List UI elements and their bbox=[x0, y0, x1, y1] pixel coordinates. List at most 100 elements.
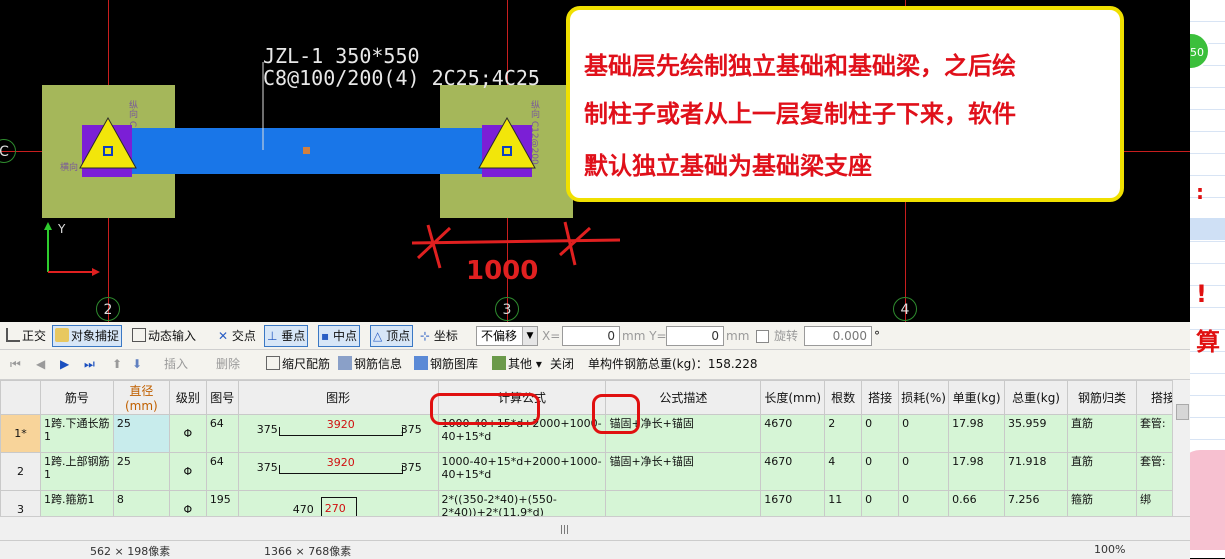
cell-grade[interactable]: Φ bbox=[168, 490, 207, 516]
axis-marker-3[interactable]: 3 bbox=[495, 297, 519, 321]
col-header-count[interactable]: 根数 bbox=[824, 380, 863, 415]
y-input[interactable]: 0 bbox=[666, 326, 724, 346]
cell-lap[interactable]: 0 bbox=[861, 414, 900, 453]
cell-diameter[interactable]: 25 bbox=[112, 452, 170, 491]
object-snap-button[interactable]: 对象捕捉 bbox=[52, 325, 123, 347]
col-header-total-weight[interactable]: 总重(kg) bbox=[1004, 380, 1069, 415]
cell-loss[interactable]: 0 bbox=[898, 414, 950, 453]
intersection-button[interactable]: ✕ 交点 bbox=[218, 326, 256, 346]
beam-label-line1: JZL-1 350*550 bbox=[263, 44, 420, 68]
next-record-icon[interactable]: ▶ bbox=[60, 354, 69, 374]
cell-category[interactable]: 直筋 bbox=[1067, 452, 1137, 491]
axis-marker-4[interactable]: 4 bbox=[893, 297, 917, 321]
perpendicular-icon: ⊥ bbox=[267, 329, 278, 343]
cell-formula[interactable]: 2*((350-2*40)+(550-2*40))+2*(11.9*d) bbox=[437, 490, 607, 516]
cell-total-weight[interactable]: 71.918 bbox=[1004, 452, 1069, 491]
cell-rownum[interactable]: 3 bbox=[0, 490, 41, 516]
support-triangle-right bbox=[478, 116, 536, 169]
cell-total-weight[interactable]: 35.959 bbox=[1004, 414, 1069, 453]
move-down-icon[interactable]: ⬇ bbox=[132, 354, 142, 374]
cell-shape[interactable]: 375 3920 375 bbox=[237, 414, 439, 453]
rotate-input[interactable]: 0.000 bbox=[804, 326, 872, 346]
offset-select[interactable]: 不偏移 ▼ bbox=[476, 326, 538, 346]
insert-button[interactable]: 插入 bbox=[164, 354, 188, 374]
cell-loss[interactable]: 0 bbox=[898, 490, 950, 516]
cell-diameter[interactable]: 8 bbox=[112, 490, 170, 516]
rotate-checkbox[interactable] bbox=[756, 330, 769, 343]
cell-diameter[interactable]: 25 bbox=[112, 414, 170, 453]
other-menu-button[interactable]: 其他 ▾ bbox=[492, 354, 542, 374]
horizontal-scrollbar[interactable]: ||| bbox=[0, 516, 1190, 541]
col-header-loss[interactable]: 损耗(%) bbox=[898, 380, 950, 415]
rebar-table[interactable]: 筋号 直径(mm) 级别 图号 图形 计算公式 公式描述 长度(mm) 根数 搭… bbox=[0, 380, 1190, 516]
cell-grade[interactable]: Φ bbox=[168, 452, 207, 491]
cell-shape[interactable]: 470 270 bbox=[237, 490, 439, 516]
col-header-grade[interactable]: 级别 bbox=[168, 380, 207, 415]
table-row[interactable]: 2 1跨.上部钢筋1 25 Φ 64 375 3920 375 1000-40+15*d+200… bbox=[0, 452, 1190, 491]
axis-marker-2[interactable]: 2 bbox=[96, 297, 120, 321]
cell-name[interactable]: 1跨.上部钢筋1 bbox=[39, 452, 114, 491]
cell-rownum[interactable]: 1* bbox=[0, 414, 41, 453]
cell-category[interactable]: 箍筋 bbox=[1067, 490, 1137, 516]
cell-total-weight[interactable]: 7.256 bbox=[1004, 490, 1069, 516]
col-header-shape[interactable]: 图形 bbox=[237, 380, 439, 415]
delete-button[interactable]: 删除 bbox=[216, 354, 240, 374]
cell-description[interactable]: 锚固+净长+锚固 bbox=[605, 452, 762, 491]
ucs-y-arrow bbox=[44, 222, 52, 230]
vertex-button[interactable]: △ 顶点 bbox=[370, 325, 414, 347]
coordinate-button[interactable]: ⊹ 坐标 bbox=[420, 326, 458, 346]
other-label: 其他 bbox=[508, 357, 533, 371]
rebar-library-button[interactable]: 钢筋图库 bbox=[414, 354, 478, 374]
col-header-unit-weight[interactable]: 单重(kg) bbox=[948, 380, 1006, 415]
cell-category[interactable]: 直筋 bbox=[1067, 414, 1137, 453]
perpendicular-button[interactable]: ⊥ 垂点 bbox=[264, 325, 309, 347]
cell-lap[interactable]: 0 bbox=[861, 490, 900, 516]
cad-canvas[interactable]: 横向 00@200 横向 00@200 纵向 C12@200 纵向 C12@20… bbox=[0, 0, 1190, 322]
cell-formula[interactable]: 1000-40+15*d+2000+1000-40+15*d bbox=[437, 452, 607, 491]
vertical-scrollbar[interactable] bbox=[1172, 380, 1190, 516]
cell-unit-weight[interactable]: 17.98 bbox=[948, 452, 1006, 491]
x-input[interactable]: 0 bbox=[562, 326, 620, 346]
col-header-category[interactable]: 钢筋归类 bbox=[1067, 380, 1137, 415]
cell-count[interactable]: 2 bbox=[824, 414, 863, 453]
scale-rebar-button[interactable]: 缩尺配筋 bbox=[266, 354, 330, 374]
cell-name[interactable]: 1跨.箍筋1 bbox=[39, 490, 114, 516]
cell-shape[interactable]: 375 3920 375 bbox=[237, 452, 439, 491]
first-record-icon[interactable]: ⏮ bbox=[10, 354, 21, 374]
cell-grade[interactable]: Φ bbox=[168, 414, 207, 453]
col-header-figure[interactable]: 图号 bbox=[205, 380, 239, 415]
dynamic-input-button[interactable]: 动态输入 bbox=[132, 326, 196, 346]
scale-rebar-label: 缩尺配筋 bbox=[282, 357, 331, 371]
midpoint-button[interactable]: ▪ 中点 bbox=[318, 325, 360, 347]
move-up-icon[interactable]: ⬆ bbox=[112, 354, 122, 374]
cell-figure[interactable]: 64 bbox=[205, 452, 239, 491]
rebar-info-button[interactable]: 钢筋信息 bbox=[338, 354, 402, 374]
cell-count[interactable]: 11 bbox=[824, 490, 863, 516]
table-row[interactable]: 3 1跨.箍筋1 8 Φ 195 470 270 2*((350-2*40)+(550-2*4… bbox=[0, 490, 1190, 516]
cell-length[interactable]: 4670 bbox=[760, 452, 826, 491]
col-header-diameter[interactable]: 直径(mm) bbox=[112, 380, 170, 415]
shape-mid-value: 270 bbox=[324, 502, 346, 515]
cell-loss[interactable]: 0 bbox=[898, 452, 950, 491]
cell-name[interactable]: 1跨.下通长筋1 bbox=[39, 414, 114, 453]
last-record-icon[interactable]: ⏭ bbox=[84, 354, 95, 374]
cell-length[interactable]: 4670 bbox=[760, 414, 826, 453]
prev-record-icon[interactable]: ◀ bbox=[36, 354, 45, 374]
cell-lap[interactable]: 0 bbox=[861, 452, 900, 491]
cell-description[interactable] bbox=[605, 490, 762, 516]
cell-unit-weight[interactable]: 0.66 bbox=[948, 490, 1006, 516]
close-button[interactable]: 关闭 bbox=[550, 354, 574, 374]
cell-unit-weight[interactable]: 17.98 bbox=[948, 414, 1006, 453]
col-header-name[interactable]: 筋号 bbox=[39, 380, 114, 415]
chevron-down-icon[interactable]: ▼ bbox=[522, 327, 537, 345]
cell-length[interactable]: 1670 bbox=[760, 490, 826, 516]
cell-figure[interactable]: 195 bbox=[205, 490, 239, 516]
cell-figure[interactable]: 64 bbox=[205, 414, 239, 453]
cell-rownum[interactable]: 2 bbox=[0, 452, 41, 491]
splitter-grip-icon[interactable]: ||| bbox=[560, 525, 580, 535]
orthogonal-button[interactable]: 正交 bbox=[6, 326, 46, 346]
col-header-lap[interactable]: 搭接 bbox=[861, 380, 900, 415]
scrollbar-thumb[interactable] bbox=[1176, 404, 1189, 420]
cell-count[interactable]: 4 bbox=[824, 452, 863, 491]
col-header-length[interactable]: 长度(mm) bbox=[760, 380, 826, 415]
